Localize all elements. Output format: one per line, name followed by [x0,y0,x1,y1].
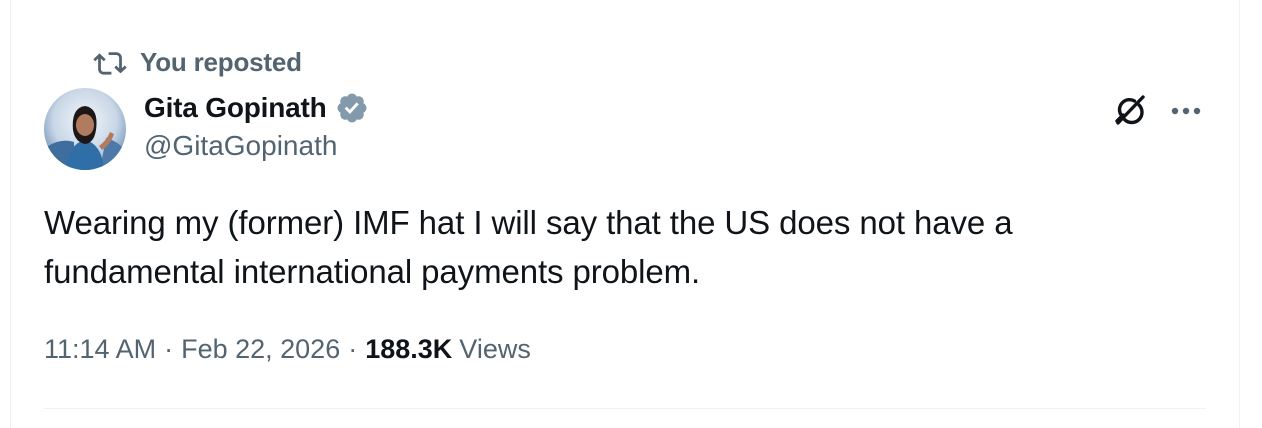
tweet-meta: 11:14 AM · Feb 22, 2026 · 188.3K Views [44,334,531,365]
repost-icon [92,46,128,78]
meta-separator: · [348,334,358,364]
repost-label[interactable]: You reposted [140,47,302,78]
author-handle[interactable]: @GitaGopinath [144,130,337,162]
grok-icon[interactable] [1110,92,1148,130]
repost-indicator: You reposted [92,46,302,78]
avatar[interactable] [44,88,126,170]
verified-badge-icon[interactable] [335,91,369,125]
views-label: Views [459,334,531,364]
tweet-time[interactable]: 11:14 AM [44,334,156,365]
author-display-name[interactable]: Gita Gopinath [144,92,327,124]
author-name-row: Gita Gopinath [144,88,369,128]
tweet-date[interactable]: Feb 22, 2026 [181,334,340,365]
meta-separator: · [164,334,174,364]
divider [44,408,1206,409]
more-options-icon[interactable] [1166,94,1206,128]
views-count: 188.3K [365,334,453,364]
tweet-text: Wearing my (former) IMF hat I will say t… [44,204,1013,290]
